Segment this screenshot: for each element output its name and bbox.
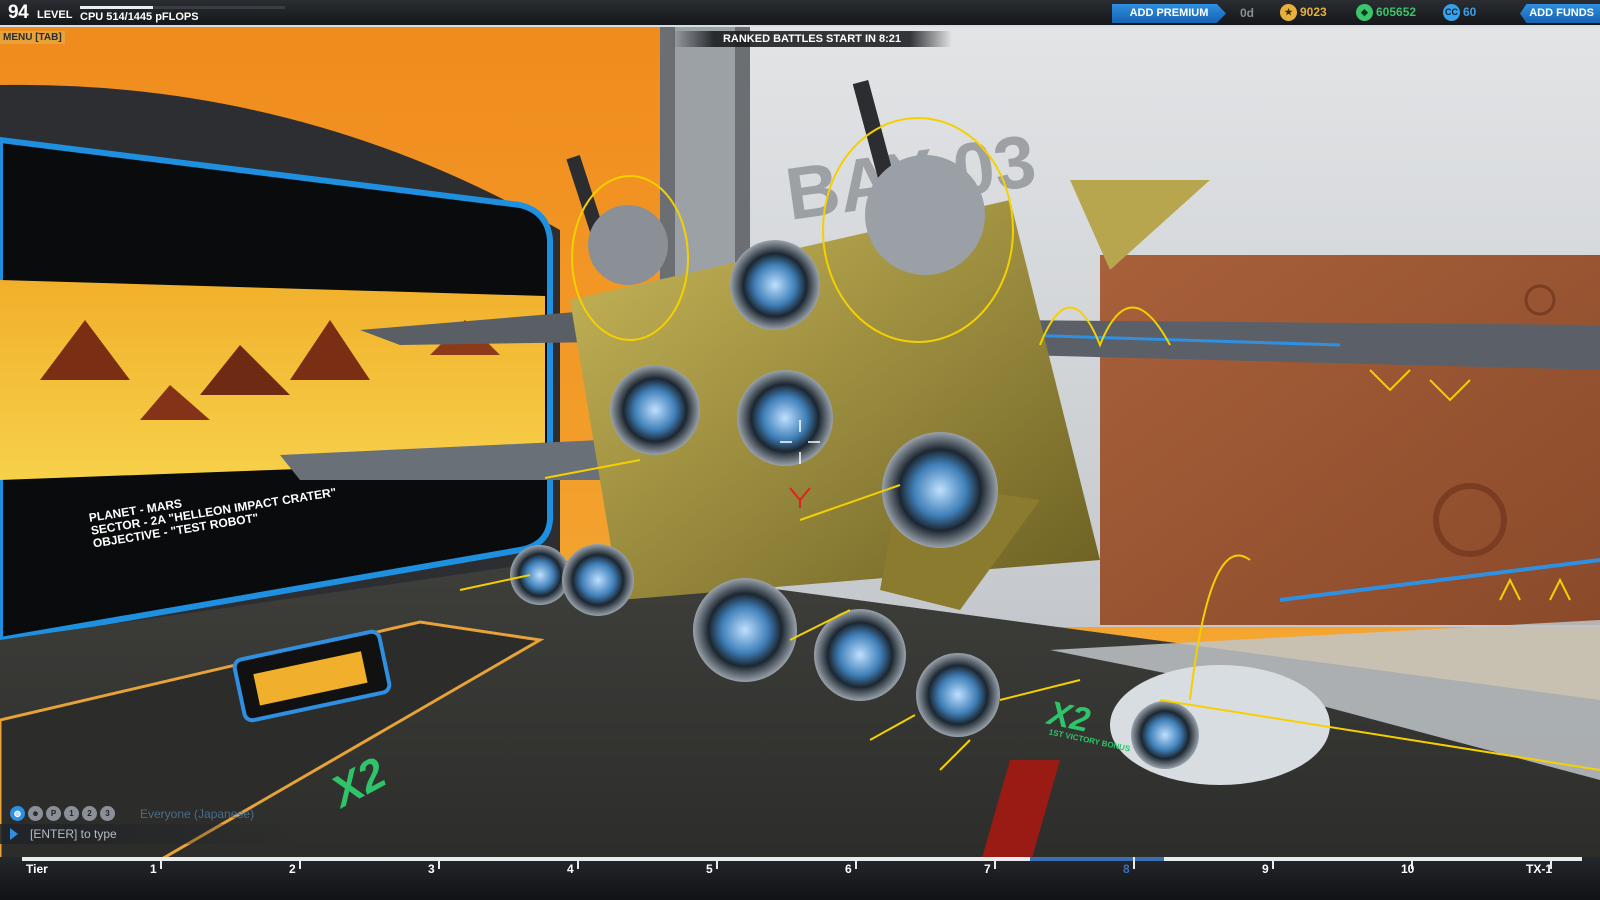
tier-tick <box>1133 857 1135 869</box>
tier-progress-line <box>22 857 1582 861</box>
garage-illustration: BAY 03 <box>0 0 1600 900</box>
ranked-countdown-banner: RANKED BATTLES START IN 8:21 <box>672 31 952 47</box>
tier-label-8: 8 <box>1123 862 1130 876</box>
tier-tick <box>577 857 579 869</box>
tier-tick <box>994 857 996 869</box>
cosmetic-credits-value: 60 <box>1463 5 1477 19</box>
level-label: LEVEL <box>37 9 73 21</box>
cpu-usage-fill <box>80 6 153 9</box>
clan-icon-3[interactable]: 3 <box>100 806 115 821</box>
top-bar: 94 LEVEL CPU 514/1445 pFLOPS ADD PREMIUM… <box>0 0 1600 27</box>
chat-placeholder: [ENTER] to type <box>30 827 117 841</box>
garage-scene: BAY 03 <box>0 0 1600 900</box>
party-icon[interactable]: P <box>46 806 61 821</box>
clan-icon-2[interactable]: 2 <box>82 806 97 821</box>
cosmetic-credits-icon: CC <box>1443 4 1460 21</box>
tier-tick <box>160 857 162 869</box>
tier-tick <box>438 857 440 869</box>
tier-tick <box>716 857 718 869</box>
chat-input[interactable]: [ENTER] to type <box>0 824 300 844</box>
tier-bar: Tier 1 2 3 4 5 6 7 8 9 10 TX-1 <box>0 857 1600 900</box>
rp-value: 605652 <box>1376 5 1417 19</box>
tier-label-9: 9 <box>1262 862 1269 876</box>
robits-value: 9023 <box>1300 5 1327 19</box>
tier-label-1: 1 <box>150 862 157 876</box>
player-level: 94 <box>8 2 29 23</box>
chat-arrow-icon <box>10 828 18 840</box>
chat-channel-label[interactable]: Everyone (Japanese) <box>140 807 254 821</box>
globe-icon[interactable]: ◍ <box>10 806 25 821</box>
tier-label-7: 7 <box>984 862 991 876</box>
tier-label-6: 6 <box>845 862 852 876</box>
tier-label-3: 3 <box>428 862 435 876</box>
premium-days: 0d <box>1240 6 1255 20</box>
robits-icon: ★ <box>1280 4 1297 21</box>
cpu-usage-bar <box>80 6 285 9</box>
add-premium-button[interactable]: ADD PREMIUM <box>1112 4 1226 23</box>
tier-tick <box>1272 857 1274 869</box>
tier-bar-label: Tier <box>26 862 48 876</box>
clan-icon-1[interactable]: 1 <box>64 806 79 821</box>
rp-icon: ◆ <box>1356 4 1373 21</box>
tier-label-5: 5 <box>706 862 713 876</box>
add-funds-button[interactable]: ADD FUNDS <box>1520 4 1600 23</box>
person-icon[interactable]: ☻ <box>28 806 43 821</box>
tier-label-tx-1: TX-1 <box>1526 862 1553 876</box>
tier-tick <box>299 857 301 869</box>
tier-label-10: 10 <box>1401 862 1415 876</box>
tier-label-2: 2 <box>289 862 296 876</box>
cpu-readout: CPU 514/1445 pFLOPS <box>80 11 199 23</box>
active-tier-segment <box>1030 857 1164 861</box>
chat-channel-icons: ◍ ☻ P 1 2 3 <box>10 806 115 821</box>
menu-tab-button[interactable]: MENU [TAB] <box>0 31 65 44</box>
tier-tick <box>855 857 857 869</box>
tier-label-4: 4 <box>567 862 574 876</box>
